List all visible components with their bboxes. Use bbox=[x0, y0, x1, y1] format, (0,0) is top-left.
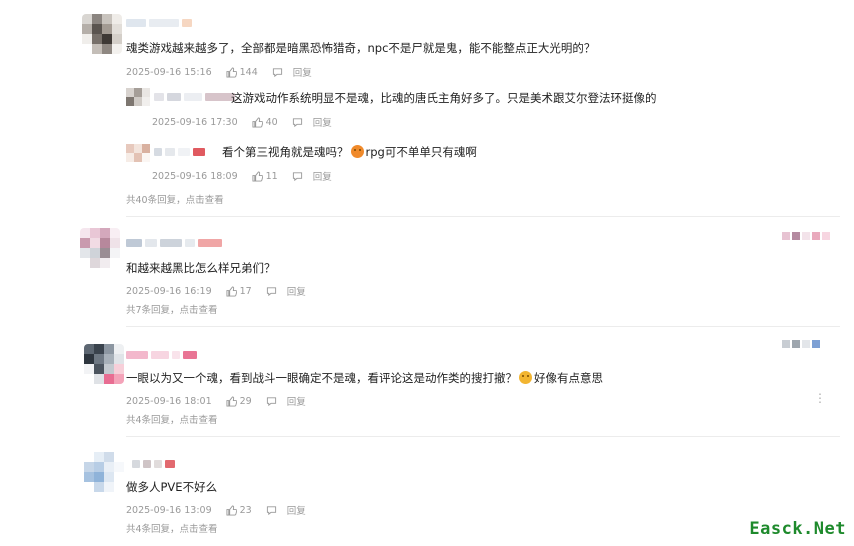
username[interactable] bbox=[126, 350, 197, 359]
like-button[interactable]: 17 bbox=[226, 286, 252, 297]
comment-meta: 2025-09-16 13:09 23 回复 bbox=[126, 503, 306, 518]
avatar[interactable] bbox=[126, 88, 150, 106]
comment-bubble-icon bbox=[292, 171, 302, 181]
avatar[interactable] bbox=[80, 228, 120, 268]
more-vertical-icon[interactable]: ⋮ bbox=[814, 391, 826, 405]
comment-text: 做多人PVE不好么 bbox=[126, 480, 218, 494]
badge-image bbox=[782, 232, 830, 240]
like-button[interactable]: 144 bbox=[226, 67, 258, 78]
reply-label: 回复 bbox=[292, 68, 312, 79]
username[interactable] bbox=[126, 238, 222, 247]
username[interactable] bbox=[154, 92, 235, 101]
reply-button[interactable]: 回复 bbox=[292, 115, 332, 129]
like-button[interactable]: 11 bbox=[252, 171, 278, 182]
username[interactable] bbox=[126, 18, 192, 27]
username[interactable] bbox=[132, 459, 175, 468]
reply-label: 回复 bbox=[286, 397, 306, 408]
like-count: 29 bbox=[239, 395, 252, 407]
comment-meta: 2025-09-16 16:19 17 回复 bbox=[126, 284, 306, 299]
like-button[interactable]: 29 bbox=[226, 396, 252, 407]
reply-meta: 2025-09-16 17:30 40 回复 bbox=[152, 115, 332, 130]
reply-text: 看个第三视角就是魂吗？ rpg可不单单只有魂啊 bbox=[222, 144, 477, 160]
reply-label: 回复 bbox=[312, 172, 332, 183]
comment-bubble-icon bbox=[272, 67, 282, 77]
comment-text: 魂类游戏越来越多了，全部都是暗黑恐怖猎奇，npc不是尸就是鬼，能不能整点正大光明… bbox=[126, 41, 596, 55]
reply-meta: 2025-09-16 18:09 11 回复 bbox=[152, 169, 332, 184]
reply-text: 这游戏动作系统明显不是魂，比魂的唐氏主角好多了。只是美术跟艾尔登法环挺像的 bbox=[231, 91, 657, 105]
view-replies-link[interactable]: 共7条回复，点击查看 bbox=[126, 302, 218, 316]
comment-bubble-icon bbox=[266, 505, 276, 515]
reply-label: 回复 bbox=[286, 287, 306, 298]
timestamp: 2025-09-16 18:09 bbox=[152, 170, 238, 182]
reply-button[interactable]: 回复 bbox=[272, 65, 312, 79]
divider bbox=[126, 326, 840, 327]
thumbs-up-icon bbox=[226, 66, 237, 78]
thumbs-up-icon bbox=[226, 285, 237, 297]
reply-text-part: rpg可不单单只有魂啊 bbox=[365, 145, 477, 159]
reply-text-part: 看个第三视角就是魂吗？ bbox=[222, 145, 349, 159]
view-replies-link[interactable]: 共4条回复，点击查看 bbox=[126, 412, 218, 426]
reply-button[interactable]: 回复 bbox=[266, 503, 306, 517]
like-button[interactable]: 40 bbox=[252, 117, 278, 128]
reply-button[interactable]: 回复 bbox=[266, 284, 306, 298]
like-count: 17 bbox=[239, 285, 252, 297]
like-count: 23 bbox=[239, 504, 252, 516]
comment-text-part: 好像有点意思 bbox=[534, 371, 603, 385]
like-count: 144 bbox=[239, 66, 258, 78]
thumbs-up-icon bbox=[252, 116, 263, 128]
username[interactable] bbox=[154, 147, 205, 156]
timestamp: 2025-09-16 18:01 bbox=[126, 395, 212, 407]
thumbs-up-icon bbox=[252, 170, 263, 182]
like-count: 11 bbox=[265, 170, 278, 182]
comment-bubble-icon bbox=[266, 396, 276, 406]
reply-button[interactable]: 回复 bbox=[266, 394, 306, 408]
thumbs-up-icon bbox=[226, 504, 237, 516]
comment-meta: 2025-09-16 15:16 144 回复 bbox=[126, 65, 312, 80]
reply-label: 回复 bbox=[312, 118, 332, 129]
divider bbox=[126, 216, 840, 217]
avatar[interactable] bbox=[84, 344, 124, 384]
reply-label: 回复 bbox=[286, 506, 306, 517]
divider bbox=[126, 436, 840, 437]
view-replies-link[interactable]: 共40条回复，点击查看 bbox=[126, 192, 224, 206]
avatar[interactable] bbox=[84, 452, 124, 492]
comment-text: 和越来越黑比怎么样兄弟们？ bbox=[126, 261, 276, 275]
timestamp: 2025-09-16 17:30 bbox=[152, 116, 238, 128]
watermark: Easck.Net bbox=[747, 518, 848, 540]
comment-text: 一眼以为又一个魂，看到战斗一眼确定不是魂，看评论这是动作类的搜打撤？ 好像有点意思 bbox=[126, 370, 603, 386]
comment-bubble-icon bbox=[292, 117, 302, 127]
avatar[interactable] bbox=[82, 14, 122, 54]
laughing-face-icon bbox=[519, 371, 532, 384]
like-count: 40 bbox=[265, 116, 278, 128]
badge-image bbox=[782, 340, 820, 348]
comment-bubble-icon bbox=[266, 286, 276, 296]
timestamp: 2025-09-16 15:16 bbox=[126, 66, 212, 78]
reply-button[interactable]: 回复 bbox=[292, 169, 332, 183]
thumbs-up-icon bbox=[226, 395, 237, 407]
view-replies-link[interactable]: 共4条回复，点击查看 bbox=[126, 521, 218, 535]
timestamp: 2025-09-16 16:19 bbox=[126, 285, 212, 297]
angry-face-icon bbox=[350, 145, 364, 158]
like-button[interactable]: 23 bbox=[226, 505, 252, 516]
timestamp: 2025-09-16 13:09 bbox=[126, 504, 212, 516]
comment-text-part: 一眼以为又一个魂，看到战斗一眼确定不是魂，看评论这是动作类的搜打撤？ bbox=[126, 371, 517, 385]
comment-meta: 2025-09-16 18:01 29 回复 bbox=[126, 394, 306, 409]
avatar[interactable] bbox=[126, 144, 150, 162]
